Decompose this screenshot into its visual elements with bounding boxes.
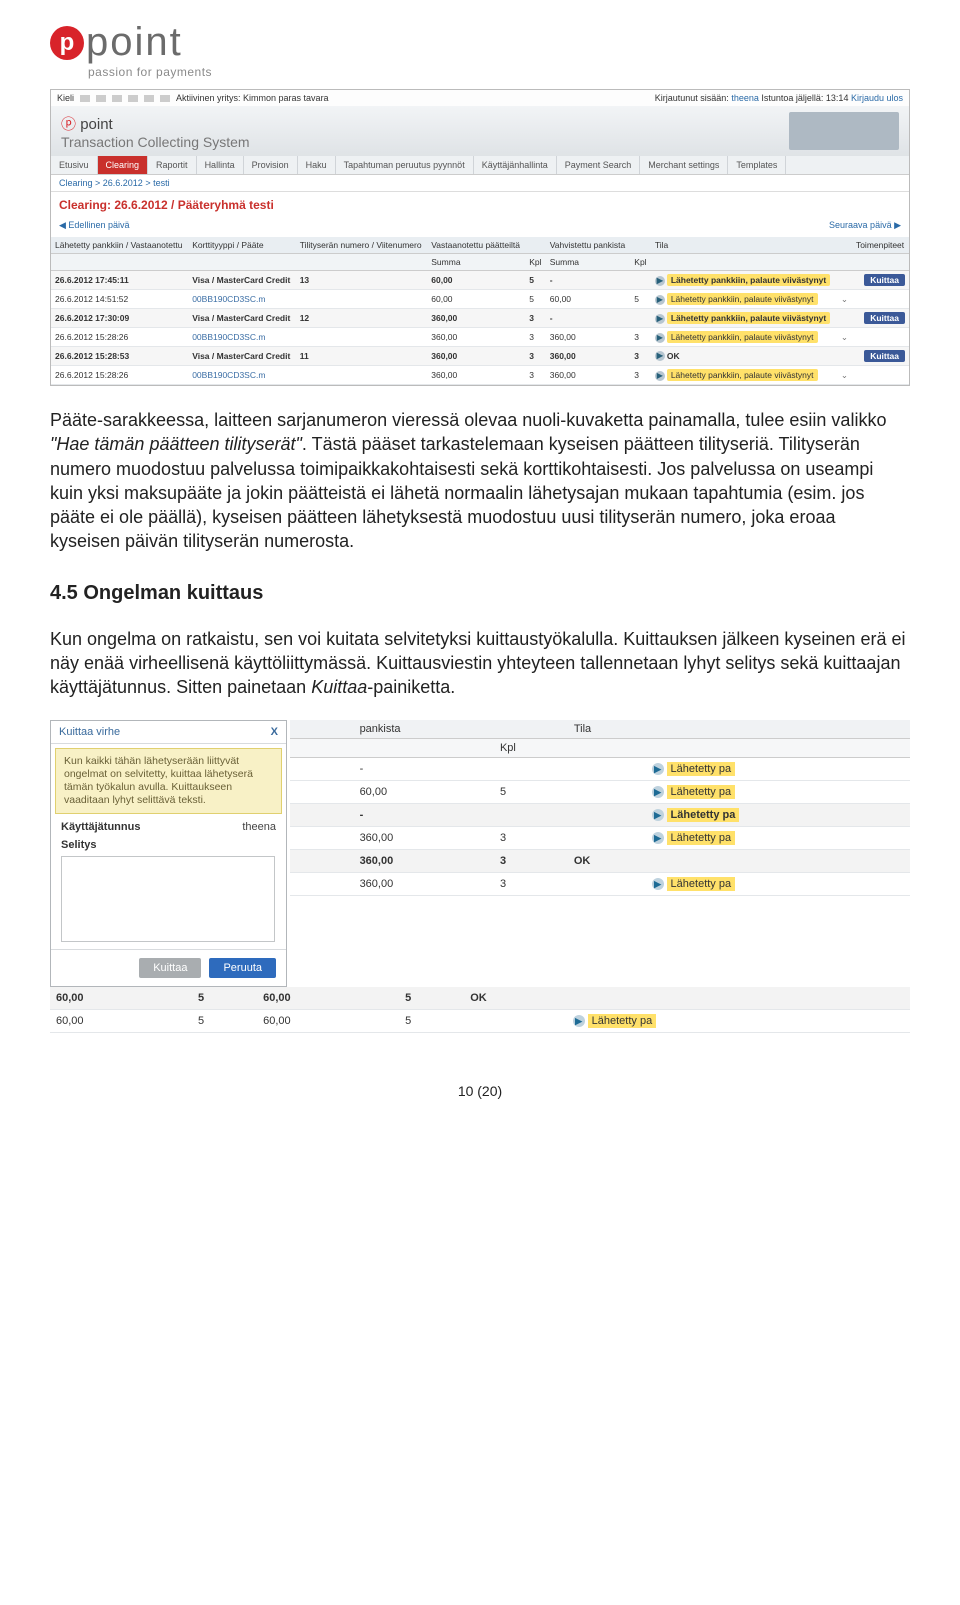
next-day-link[interactable]: Seuraava päivä ▶ xyxy=(829,220,901,231)
logo-mark: p xyxy=(50,26,84,60)
chevron-down-icon[interactable]: ⌄ xyxy=(841,370,848,380)
breadcrumb[interactable]: Clearing > 26.6.2012 > testi xyxy=(51,175,909,192)
status-icon[interactable]: ▶ xyxy=(655,314,665,324)
logo-tagline: passion for payments xyxy=(88,65,910,79)
status-icon[interactable]: ▶ xyxy=(652,878,664,890)
brand-sub: Transaction Collecting System xyxy=(61,134,250,150)
status-icon[interactable]: ▶ xyxy=(652,809,664,821)
status-icon[interactable]: ▶ xyxy=(655,351,665,361)
flag-icon xyxy=(128,95,138,102)
nav-tab[interactable]: Payment Search xyxy=(557,156,641,174)
page-number: 10 (20) xyxy=(50,1083,910,1099)
session-label: Istuntoa jäljellä: xyxy=(761,93,823,103)
nav-tab[interactable]: Hallinta xyxy=(197,156,244,174)
user-label: Käyttäjätunnus xyxy=(61,821,140,833)
status-icon[interactable]: ▶ xyxy=(573,1015,585,1027)
terminal-link[interactable]: 00BB190CD3SC.m xyxy=(188,290,295,309)
clearing-table: Lähetetty pankkiin / VastaanotettuKortti… xyxy=(51,237,909,385)
prev-day-link[interactable]: ◀ Edellinen päivä xyxy=(59,220,129,231)
terminal-link[interactable]: 00BB190CD3SC.m xyxy=(188,328,295,347)
user-link[interactable]: theena xyxy=(731,93,759,103)
screenshot-kuittaa: Kuittaa virhe X Kun kaikki tähän lähetys… xyxy=(50,720,910,1034)
session-time: 13:14 xyxy=(826,93,849,103)
peruuta-button[interactable]: Peruuta xyxy=(209,958,276,978)
kuittaa-button[interactable]: Kuittaa xyxy=(864,274,905,286)
status-icon[interactable]: ▶ xyxy=(655,371,665,381)
desc-label: Selitys xyxy=(61,839,96,851)
flag-icon xyxy=(144,95,154,102)
flag-icon xyxy=(112,95,122,102)
nav-tab[interactable]: Templates xyxy=(728,156,786,174)
close-icon[interactable]: X xyxy=(271,726,278,738)
nav-tab[interactable]: Etusivu xyxy=(51,156,98,174)
nav-tab[interactable]: Raportit xyxy=(148,156,197,174)
active-company: Aktiivinen yritys: Kimmon paras tavara xyxy=(176,93,329,103)
status-icon[interactable]: ▶ xyxy=(655,276,665,286)
lang-label: Kieli xyxy=(57,93,74,103)
nav-tab[interactable]: Käyttäjänhallinta xyxy=(474,156,557,174)
section-4-5-heading: 4.5 Ongelman kuittaus xyxy=(50,582,910,605)
nav-tab[interactable]: Clearing xyxy=(98,156,149,174)
bg-table-partial: pankistaTilaKpl-▶Lähetetty pa60,005▶Lähe… xyxy=(290,720,910,896)
flag-icon xyxy=(80,95,90,102)
screenshot-clearing: Kieli Aktiivinen yritys: Kimmon paras ta… xyxy=(50,89,910,386)
status-icon[interactable]: ▶ xyxy=(655,295,665,305)
kuittaa-dialog: Kuittaa virhe X Kun kaikki tähän lähetys… xyxy=(50,720,287,988)
nav-tab[interactable]: Haku xyxy=(298,156,336,174)
status-icon[interactable]: ▶ xyxy=(652,832,664,844)
nav-tab[interactable]: Merchant settings xyxy=(640,156,728,174)
user-value: theena xyxy=(242,821,276,833)
status-icon[interactable]: ▶ xyxy=(652,763,664,775)
flag-icon xyxy=(96,95,106,102)
kuittaa-button[interactable]: Kuittaa xyxy=(139,958,201,978)
desc-input[interactable] xyxy=(61,856,275,942)
body-paragraph-1: Pääte-sarakkeessa, laitteen sarjanumeron… xyxy=(50,408,910,554)
card-image xyxy=(789,112,899,150)
terminal-link[interactable]: 00BB190CD3SC.m xyxy=(188,366,295,385)
logo: p point passion for payments xyxy=(50,20,910,79)
body-paragraph-2: Kun ongelma on ratkaistu, sen voi kuitat… xyxy=(50,627,910,700)
logo-text: point xyxy=(86,20,183,65)
kuittaa-button[interactable]: Kuittaa xyxy=(864,350,905,362)
chevron-down-icon[interactable]: ⌄ xyxy=(841,294,848,304)
logout-link[interactable]: Kirjaudu ulos xyxy=(851,93,903,103)
page-title: Clearing: 26.6.2012 / Pääteryhmä testi xyxy=(51,192,909,218)
nav-tab[interactable]: Provision xyxy=(244,156,298,174)
bg-table-full: 60,00560,005OK60,00560,005▶Lähetetty pa xyxy=(50,987,910,1033)
logged-label: Kirjautunut sisään: xyxy=(655,93,729,103)
flag-icon xyxy=(160,95,170,102)
brand-main: point xyxy=(80,116,113,133)
kuittaa-button[interactable]: Kuittaa xyxy=(864,312,905,324)
chevron-down-icon[interactable]: ⌄ xyxy=(841,332,848,342)
dialog-help: Kun kaikki tähän lähetyserään liittyvät … xyxy=(55,748,282,815)
dialog-title: Kuittaa virhe xyxy=(59,726,120,738)
status-icon[interactable]: ▶ xyxy=(655,333,665,343)
nav-tab[interactable]: Tapahtuman peruutus pyynnöt xyxy=(336,156,474,174)
status-icon[interactable]: ▶ xyxy=(652,786,664,798)
